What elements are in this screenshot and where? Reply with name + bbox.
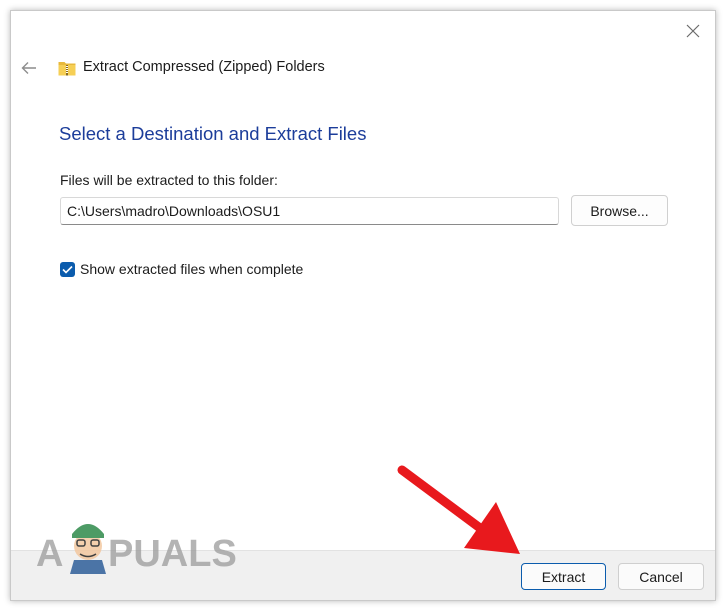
- show-files-option[interactable]: Show extracted files when complete: [60, 260, 303, 278]
- browse-button[interactable]: Browse...: [571, 195, 668, 226]
- wizard-header: Extract Compressed (Zipped) Folders: [11, 51, 715, 85]
- destination-label: Files will be extracted to this folder:: [60, 172, 278, 188]
- red-pointer-arrow: [397, 465, 520, 554]
- close-icon: [686, 24, 700, 38]
- zip-folder-icon: [58, 62, 76, 76]
- cancel-button[interactable]: Cancel: [618, 563, 704, 590]
- show-files-label: Show extracted files when complete: [80, 261, 304, 277]
- back-button[interactable]: [17, 56, 41, 80]
- close-button[interactable]: [681, 19, 705, 43]
- svg-text:A: A: [36, 533, 63, 575]
- wizard-title: Extract Compressed (Zipped) Folders: [83, 59, 325, 75]
- screenshot-page: Extract Compressed (Zipped) Folders Sele…: [0, 0, 727, 613]
- show-files-checkbox[interactable]: [60, 261, 75, 277]
- page-heading: Select a Destination and Extract Files: [59, 123, 367, 144]
- appuals-watermark-logo: A PUALS: [36, 524, 237, 575]
- svg-text:PUALS: PUALS: [108, 533, 237, 575]
- checkmark-icon: [62, 265, 73, 274]
- back-arrow-icon: [21, 62, 36, 74]
- destination-path-input[interactable]: [60, 197, 559, 225]
